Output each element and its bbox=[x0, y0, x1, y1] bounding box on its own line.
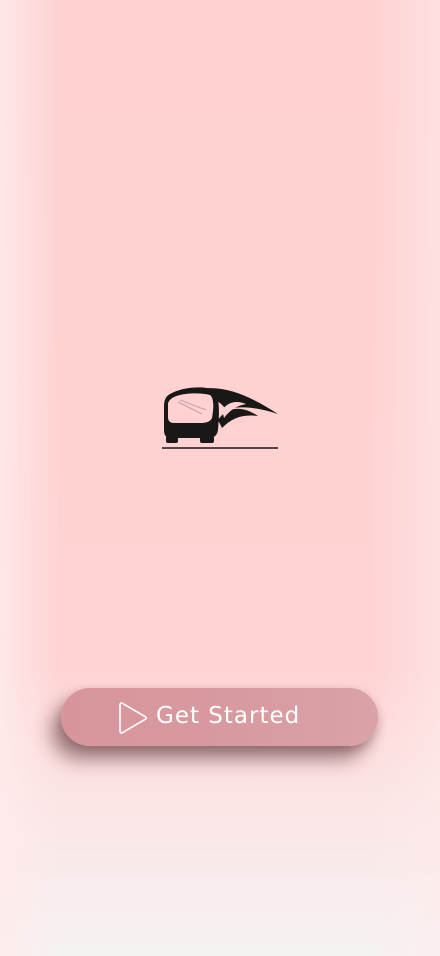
bus-logo-icon bbox=[162, 387, 278, 449]
get-started-button[interactable]: Get Started bbox=[61, 688, 378, 746]
play-icon bbox=[119, 702, 148, 734]
get-started-label: Get Started bbox=[156, 703, 301, 729]
splash-screen: Get Started bbox=[0, 0, 440, 956]
